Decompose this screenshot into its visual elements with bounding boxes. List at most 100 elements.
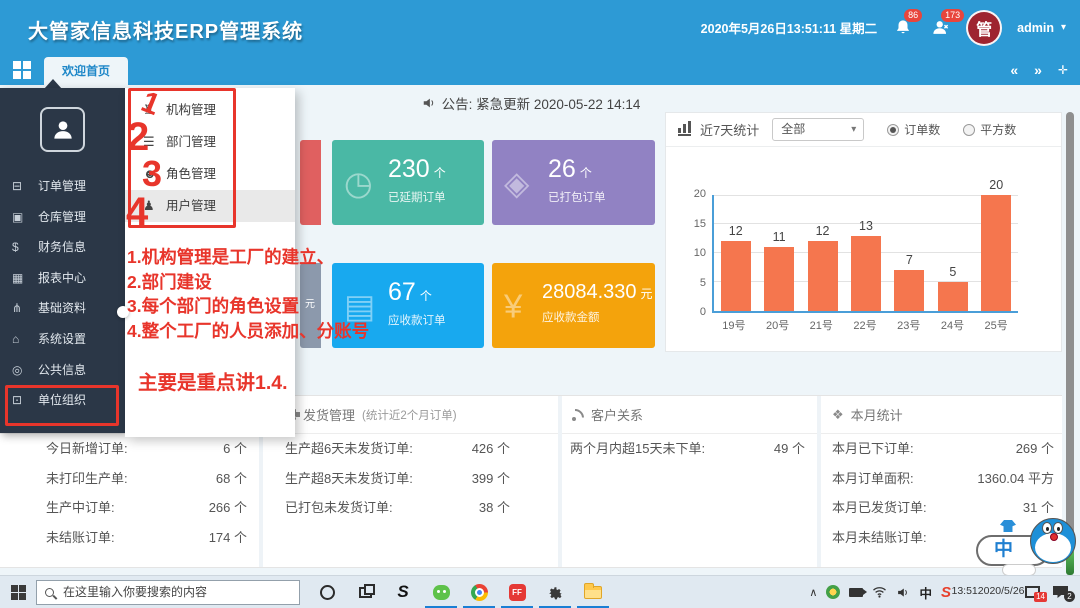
sidebar-item-label: 报表中心 [38, 263, 86, 293]
stat-card-clipped-red[interactable] [300, 140, 321, 225]
submenu-list: ♜机构管理☰部门管理☻角色管理♟用户管理 [125, 88, 295, 437]
bar [721, 241, 751, 311]
stat-card-package[interactable]: ◈26个已打包订单 [492, 140, 655, 225]
submenu-item-user[interactable]: ♟用户管理 [125, 190, 295, 222]
submenu-item-role-users[interactable]: ☻角色管理 [125, 158, 295, 190]
taskbar-chrome[interactable] [460, 576, 498, 608]
speaker-icon [422, 96, 436, 110]
submenu-item-label: 部门管理 [166, 126, 216, 158]
sidebar-item-label: 单位组织 [38, 385, 86, 415]
chart-panel: 近7天统计 全部 ▾ 订单数 平方数 121112137520 19号20号21… [665, 112, 1062, 352]
taskbar-s-app[interactable]: S [384, 576, 422, 608]
notifications-button[interactable]: 86 [892, 17, 914, 39]
action-center-tray[interactable]: 2 [1053, 586, 1068, 598]
bar-slot: 11 [757, 195, 800, 311]
ime-tray-indicator[interactable]: 中 [919, 583, 932, 602]
username[interactable]: admin [1017, 21, 1054, 35]
search-input[interactable] [61, 584, 271, 600]
globe-icon: ◎ [12, 355, 22, 385]
card-unit: 个 [580, 166, 592, 180]
panel-subtitle: (统计近2个月订单) [362, 407, 457, 423]
notifications-tray[interactable]: 14 [1025, 586, 1040, 598]
clock-icon: ◷ [344, 166, 373, 199]
stat-row: 今日新增订单:6 个 [0, 434, 259, 464]
taskbar-wechat[interactable] [422, 576, 460, 608]
sidebar-item-organization[interactable]: ⊡单位组织 [0, 385, 125, 415]
chart-filter-select[interactable]: 全部 ▾ [772, 118, 864, 141]
wifi-tray[interactable] [872, 586, 887, 598]
stat-label: 生产中订单: [46, 493, 115, 523]
bell-badge: 86 [904, 9, 922, 22]
stat-label: 本月未结账订单: [832, 523, 927, 553]
tabs-scroll-right-icon[interactable]: » [1034, 62, 1042, 78]
contacts-button[interactable]: 173 [929, 17, 951, 39]
stat-card-yuan[interactable]: ¥28084.330元应收款金额 [492, 263, 655, 348]
vertical-scrollbar[interactable] [1066, 112, 1074, 550]
sidebar-item-briefcase[interactable]: ⌂系统设置 [0, 324, 125, 354]
taskbar-file-explorer[interactable] [574, 576, 612, 608]
x-axis-label: 25号 [974, 317, 1018, 333]
stat-value: 49 个 [774, 434, 805, 464]
taskbar-cortana[interactable] [308, 576, 346, 608]
radio-square[interactable]: 平方数 [963, 121, 1016, 138]
ime-widget[interactable]: 中 [972, 518, 1078, 575]
taskbar-ff-app[interactable]: FF [498, 576, 536, 608]
chart-title: 近7天统计 [700, 120, 759, 139]
display-tray-icon[interactable] [849, 588, 863, 597]
stat-row: 本月已下订单:269 个 [821, 434, 1062, 464]
card-value-row: 230个 [388, 155, 446, 184]
tray-time: 13:51 [952, 585, 978, 598]
stat-label: 生产超8天未发货订单: [285, 464, 413, 494]
base-data-icon: ⋔ [12, 293, 22, 323]
app-title: 大管家信息科技ERP管理系统 [28, 15, 303, 44]
bar [764, 247, 794, 311]
gear-icon [547, 584, 564, 601]
bar-value-label: 11 [757, 230, 800, 244]
start-button[interactable] [0, 576, 36, 608]
panel-divider [817, 396, 821, 567]
sidebar-item-basket[interactable]: ⊟订单管理 [0, 171, 125, 201]
stat-value: 174 个 [209, 523, 247, 553]
taskbar-search[interactable] [36, 580, 300, 605]
stat-card-clock[interactable]: ◷ 230个已延期订单 [332, 140, 484, 225]
stat-row: 生产超8天未发货订单:399 个 [263, 464, 558, 494]
y-axis-tick: 0 [680, 306, 706, 318]
cortana-icon [320, 585, 335, 600]
submenu-item-institution[interactable]: ♜机构管理 [125, 94, 295, 126]
sogou-tray-icon[interactable]: S [941, 584, 951, 601]
bar-slot: 12 [714, 195, 757, 311]
clock-tray[interactable]: 13:51 2020/5/26 [960, 585, 1016, 598]
stat-card-clipped-gray[interactable]: 元 [300, 263, 321, 348]
bar-slot: 5 [931, 195, 974, 311]
antivirus-tray-icon[interactable] [826, 585, 840, 599]
briefcase-icon: ⌂ [12, 324, 19, 354]
card-label: 已延期订单 [388, 189, 446, 205]
chevron-down-icon[interactable]: ▾ [1061, 22, 1066, 33]
ime-shirt-icon[interactable] [1000, 520, 1016, 532]
volume-tray[interactable] [896, 586, 910, 599]
radio-unselected-icon [963, 124, 975, 136]
sidebar-item-warehouse[interactable]: ▣仓库管理 [0, 202, 125, 232]
sidebar-item-report-chart[interactable]: ▦报表中心 [0, 263, 125, 293]
radio-orders[interactable]: 订单数 [887, 121, 940, 138]
sidebar-item-dollar[interactable]: $财务信息 [0, 232, 125, 262]
cubes-icon: ❖ [832, 407, 844, 423]
tray-expand-icon[interactable]: ∧ [809, 586, 817, 599]
card-label: 应收款金额 [542, 309, 653, 325]
ime-mode-label[interactable]: 中 [994, 534, 1013, 561]
fullscreen-icon[interactable]: ✛ [1058, 63, 1068, 77]
tabs-scroll-left-icon[interactable]: « [1010, 62, 1018, 78]
taskbar-task-view[interactable] [346, 576, 384, 608]
menu-button[interactable] [0, 55, 44, 85]
stat-row: 生产超6天未发货订单:426 个 [263, 434, 558, 464]
sidebar-item-globe[interactable]: ◎公共信息 [0, 355, 125, 385]
stat-card-document[interactable]: ▤67个应收款订单 [332, 263, 484, 348]
avatar[interactable]: 管 [966, 10, 1002, 46]
document-icon: ▤ [344, 289, 375, 322]
x-axis-labels: 19号20号21号22号23号24号25号 [712, 317, 1018, 333]
taskbar-settings[interactable] [536, 576, 574, 608]
system-tray: ∧ 中 S 13:51 2020/5/26 14 2 [809, 583, 1080, 602]
sidebar-item-base-data[interactable]: ⋔基础资料 [0, 293, 125, 323]
submenu-item-department-list[interactable]: ☰部门管理 [125, 126, 295, 158]
warehouse-icon: ▣ [12, 202, 23, 232]
